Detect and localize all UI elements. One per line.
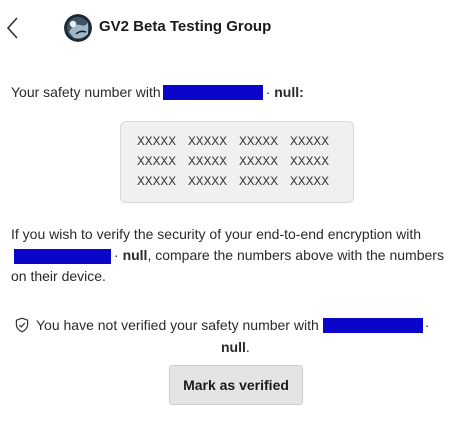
instructions-part1: If you wish to verify the security of yo… (11, 226, 422, 242)
shield-check-icon (15, 317, 29, 333)
number-chunk: XXXXX (188, 134, 228, 149)
number-chunk: XXXXX (137, 134, 177, 149)
safety-number-row: XXXXX XXXXX XXXXX XXXXX (137, 154, 341, 169)
number-chunk: XXXXX (188, 174, 228, 189)
number-chunk: XXXXX (290, 154, 330, 169)
chevron-left-icon[interactable] (4, 15, 22, 41)
number-chunk: XXXXX (137, 174, 177, 189)
number-chunk: XXXXX (290, 134, 330, 149)
safety-number-heading: Your safety number with · null: (11, 84, 304, 100)
number-chunk: XXXXX (239, 174, 279, 189)
group-avatar-icon[interactable] (64, 14, 92, 42)
number-chunk: XXXXX (239, 154, 279, 169)
safety-prefix: Your safety number with (11, 84, 161, 100)
instructions-name: null (122, 247, 148, 263)
status-dot: · (424, 317, 430, 333)
verification-instructions: If you wish to verify the security of yo… (11, 224, 461, 287)
header: GV2 Beta Testing Group (0, 0, 474, 56)
redacted-contact-name (162, 84, 263, 100)
number-chunk: XXXXX (239, 134, 279, 149)
safety-colon: : (299, 84, 304, 100)
instructions-dot: · (114, 247, 119, 263)
safety-number-row: XXXXX XXXXX XXXXX XXXXX (137, 134, 341, 149)
safety-number-box: XXXXX XXXXX XXXXX XXXXX XXXXX XXXXX XXXXX XXXX… (120, 121, 354, 203)
status-text: You have not verified your safety number… (36, 317, 319, 333)
status-period: . (245, 339, 250, 355)
number-chunk: XXXXX (188, 154, 228, 169)
safety-name: null (274, 84, 300, 100)
redacted-contact-name (14, 248, 111, 264)
redacted-contact-name (322, 317, 423, 333)
safety-number-row: XXXXX XXXXX XXXXX XXXXX (137, 174, 341, 189)
number-chunk: XXXXX (290, 174, 330, 189)
verification-status: You have not verified your safety number… (14, 314, 464, 358)
status-name: null (221, 339, 246, 355)
number-chunk: XXXXX (137, 154, 177, 169)
group-title: GV2 Beta Testing Group (99, 18, 272, 35)
mark-as-verified-button[interactable]: Mark as verified (169, 365, 303, 405)
safety-dot: · (265, 84, 271, 100)
